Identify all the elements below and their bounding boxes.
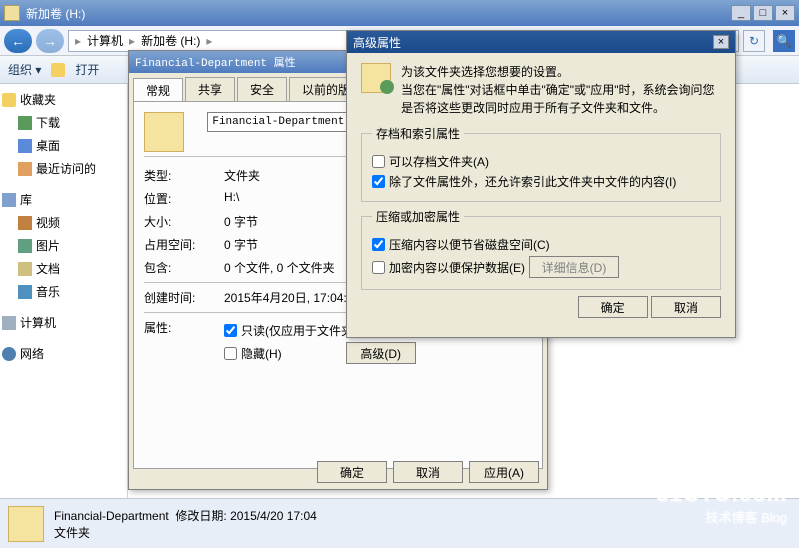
ok-button[interactable]: 确定 xyxy=(317,461,387,483)
folder-icon xyxy=(4,5,20,21)
maximize-button[interactable]: □ xyxy=(753,5,773,21)
hidden-label: 隐藏(H) xyxy=(241,345,282,362)
organize-menu[interactable]: 组织 ▾ xyxy=(8,61,41,78)
window-titlebar: 新加卷 (H:) _ □ × xyxy=(0,0,799,26)
size-label: 大小: xyxy=(144,213,224,230)
status-mod-value: 2015/4/20 17:04 xyxy=(230,509,317,523)
group-legend: 存档和索引属性 xyxy=(372,125,464,142)
sidebar-libraries[interactable]: 库 xyxy=(0,188,127,211)
sidebar-favorites[interactable]: 收藏夹 xyxy=(0,88,127,111)
breadcrumb[interactable]: 新加卷 (H:) xyxy=(141,32,200,49)
sidebar-computer[interactable]: 计算机 xyxy=(0,311,127,334)
location-label: 位置: xyxy=(144,190,224,207)
created-label: 创建时间: xyxy=(144,289,224,306)
tab-general[interactable]: 常规 xyxy=(133,78,183,102)
chevron-right-icon: ▸ xyxy=(206,34,212,48)
computer-icon xyxy=(2,316,16,330)
status-mod-label: 修改日期: xyxy=(175,509,226,523)
index-label: 除了文件属性外，还允许索引此文件夹中文件的内容(I) xyxy=(389,173,676,190)
open-button[interactable]: 打开 xyxy=(75,61,99,78)
sidebar-downloads[interactable]: 下载 xyxy=(0,111,127,134)
chevron-right-icon: ▸ xyxy=(129,34,135,48)
open-icon xyxy=(51,63,65,77)
encrypt-label: 加密内容以便保护数据(E) xyxy=(389,259,525,276)
status-bar: Financial-Department 修改日期: 2015/4/20 17:… xyxy=(0,498,799,548)
nav-sidebar: 收藏夹 下载 桌面 最近访问的 库 视频 图片 文档 音乐 计算机 网络 xyxy=(0,84,128,498)
details-button: 详细信息(D) xyxy=(529,256,619,278)
chevron-right-icon: ▸ xyxy=(75,34,81,48)
sidebar-network[interactable]: 网络 xyxy=(0,342,127,365)
recent-icon xyxy=(18,162,32,176)
music-icon xyxy=(18,285,32,299)
info-text-2: 当您在"属性"对话框中单击"确定"或"应用"时，系统会询问您是否将这些更改同时应… xyxy=(401,81,721,117)
advanced-button[interactable]: 高级(D) xyxy=(346,342,416,364)
video-icon xyxy=(18,216,32,230)
minimize-button[interactable]: _ xyxy=(731,5,751,21)
picture-icon xyxy=(18,239,32,253)
close-button[interactable]: × xyxy=(713,35,729,49)
status-name: Financial-Department xyxy=(54,509,169,523)
sidebar-music[interactable]: 音乐 xyxy=(0,280,127,303)
contains-label: 包含: xyxy=(144,259,224,276)
sidebar-pictures[interactable]: 图片 xyxy=(0,234,127,257)
forward-button[interactable]: → xyxy=(36,29,64,53)
tab-security[interactable]: 安全 xyxy=(237,77,287,101)
archive-index-group: 存档和索引属性 可以存档文件夹(A) 除了文件属性外，还允许索引此文件夹中文件的… xyxy=(361,125,721,202)
compress-label: 压缩内容以便节省磁盘空间(C) xyxy=(389,236,550,253)
refresh-button[interactable]: ↻ xyxy=(743,30,765,52)
sidebar-recent[interactable]: 最近访问的 xyxy=(0,157,127,180)
close-button[interactable]: × xyxy=(775,5,795,21)
folder-icon xyxy=(144,112,184,152)
download-icon xyxy=(18,116,32,130)
compress-checkbox[interactable] xyxy=(372,238,385,251)
document-icon xyxy=(18,262,32,276)
ok-button[interactable]: 确定 xyxy=(578,296,648,318)
type-label: 类型: xyxy=(144,167,224,184)
breadcrumb[interactable]: 计算机 xyxy=(87,32,123,49)
attributes-label: 属性: xyxy=(144,319,224,367)
archive-label: 可以存档文件夹(A) xyxy=(389,153,489,170)
dialog-title[interactable]: 高级属性 × xyxy=(347,31,735,53)
status-type: 文件夹 xyxy=(54,524,317,541)
window-title: 新加卷 (H:) xyxy=(26,5,85,22)
sidebar-videos[interactable]: 视频 xyxy=(0,211,127,234)
readonly-checkbox[interactable] xyxy=(224,324,237,337)
advanced-properties-dialog: 高级属性 × 为该文件夹选择您想要的设置。 当您在"属性"对话框中单击"确定"或… xyxy=(346,30,736,338)
search-button[interactable]: 🔍 xyxy=(773,30,795,52)
sidebar-documents[interactable]: 文档 xyxy=(0,257,127,280)
apply-button[interactable]: 应用(A) xyxy=(469,461,539,483)
cancel-button[interactable]: 取消 xyxy=(651,296,721,318)
info-text-1: 为该文件夹选择您想要的设置。 xyxy=(401,63,721,81)
archive-checkbox[interactable] xyxy=(372,155,385,168)
folder-icon xyxy=(8,506,44,542)
readonly-label: 只读(仅应用于文件夹 xyxy=(241,322,353,339)
hidden-checkbox[interactable] xyxy=(224,347,237,360)
group-legend: 压缩或加密属性 xyxy=(372,208,464,225)
library-icon xyxy=(2,193,16,207)
folder-settings-icon xyxy=(361,63,391,93)
compress-encrypt-group: 压缩或加密属性 压缩内容以便节省磁盘空间(C) 加密内容以便保护数据(E) 详细… xyxy=(361,208,721,290)
back-button[interactable]: ← xyxy=(4,29,32,53)
encrypt-checkbox[interactable] xyxy=(372,261,385,274)
network-icon xyxy=(2,347,16,361)
sidebar-desktop[interactable]: 桌面 xyxy=(0,134,127,157)
diskspace-label: 占用空间: xyxy=(144,236,224,253)
star-icon xyxy=(2,93,16,107)
cancel-button[interactable]: 取消 xyxy=(393,461,463,483)
tab-share[interactable]: 共享 xyxy=(185,77,235,101)
index-checkbox[interactable] xyxy=(372,175,385,188)
desktop-icon xyxy=(18,139,32,153)
